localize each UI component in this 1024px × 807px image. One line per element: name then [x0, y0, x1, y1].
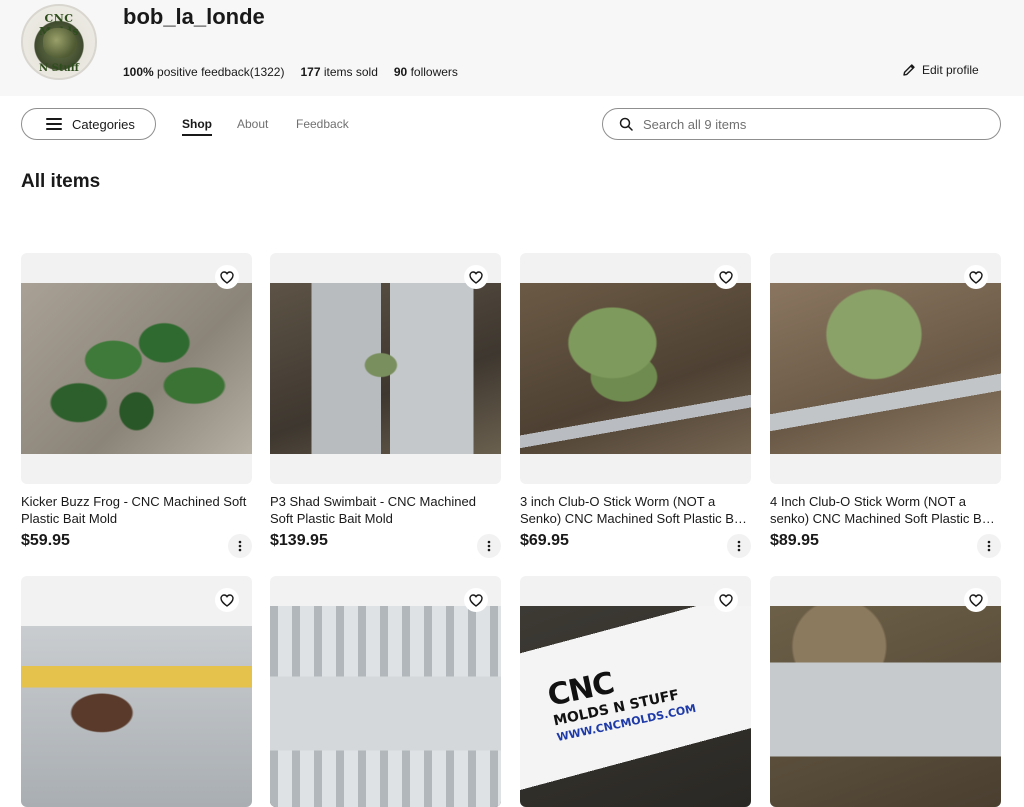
- item-image-frame[interactable]: CNC MOLDS N STUFF WWW.CNCMOLDS.COM: [520, 576, 751, 807]
- search-input[interactable]: [643, 116, 963, 132]
- seller-header: CNC Molds N Stuff bob_la_londe 100% posi…: [0, 0, 1024, 96]
- watch-heart-button[interactable]: [464, 265, 488, 289]
- item-price-row: $69.95: [520, 532, 751, 558]
- item-title[interactable]: Kicker Buzz Frog - CNC Machined Soft Pla…: [21, 493, 252, 527]
- watch-heart-button[interactable]: [964, 265, 988, 289]
- item-image-frame[interactable]: [770, 253, 1001, 484]
- item-photo-worm-3in: [520, 283, 751, 454]
- item-photo-hook-mold: [770, 606, 1001, 807]
- followers-label: followers: [410, 65, 458, 79]
- item-image-frame[interactable]: [770, 576, 1001, 807]
- item-card[interactable]: CNC MOLDS N STUFF WWW.CNCMOLDS.COM: [520, 576, 751, 807]
- feedback-count: (1322): [249, 65, 285, 79]
- more-vertical-icon: [487, 540, 491, 552]
- feedback-percent: 100%: [123, 65, 154, 79]
- more-vertical-icon: [987, 540, 991, 552]
- item-photo-jig-mold: [270, 606, 501, 807]
- avatar-text-bottom: N Stuff: [39, 63, 79, 74]
- item-title[interactable]: 3 inch Club-O Stick Worm (NOT a Senko) C…: [520, 493, 751, 527]
- item-price-row: $59.95: [21, 532, 252, 558]
- seller-stats: 100% positive feedback(1322) 177 items s…: [123, 65, 458, 79]
- item-price: $139.95: [270, 532, 328, 549]
- search-icon: [619, 117, 633, 131]
- item-card[interactable]: 3 inch Club-O Stick Worm (NOT a Senko) C…: [520, 253, 751, 558]
- item-card[interactable]: [21, 576, 252, 807]
- item-image-frame[interactable]: [520, 253, 751, 484]
- edit-profile-button[interactable]: Edit profile: [902, 63, 979, 77]
- item-image-frame[interactable]: [270, 576, 501, 807]
- item-more-button[interactable]: [977, 534, 1001, 558]
- item-image-frame[interactable]: [21, 576, 252, 807]
- edit-profile-label: Edit profile: [922, 63, 979, 77]
- item-photo-shad: [270, 283, 501, 454]
- items-sold-label: items sold: [323, 65, 378, 79]
- categories-label: Categories: [72, 116, 135, 132]
- item-card[interactable]: [270, 576, 501, 807]
- item-price: $69.95: [520, 532, 569, 549]
- heart-icon: [719, 593, 733, 607]
- heart-icon: [719, 270, 733, 284]
- watch-heart-button[interactable]: [215, 588, 239, 612]
- avatar-fish-image: [43, 28, 77, 58]
- tab-about[interactable]: About: [237, 117, 268, 131]
- item-photo-frog: [21, 283, 252, 454]
- item-image-frame[interactable]: [21, 253, 252, 484]
- menu-icon: [46, 118, 62, 130]
- item-image-frame[interactable]: [270, 253, 501, 484]
- item-price-row: $89.95: [770, 532, 1001, 558]
- tab-feedback[interactable]: Feedback: [296, 117, 349, 131]
- item-card[interactable]: Kicker Buzz Frog - CNC Machined Soft Pla…: [21, 253, 252, 558]
- watch-heart-button[interactable]: [964, 588, 988, 612]
- followers-stat[interactable]: 90 followers: [394, 65, 458, 79]
- item-card[interactable]: P3 Shad Swimbait - CNC Machined Soft Pla…: [270, 253, 501, 558]
- more-vertical-icon: [737, 540, 741, 552]
- watch-heart-button[interactable]: [714, 588, 738, 612]
- followers-count: 90: [393, 65, 408, 79]
- section-title: All items: [21, 171, 101, 192]
- heart-icon: [220, 270, 234, 284]
- watch-heart-button[interactable]: [714, 265, 738, 289]
- feedback-stat[interactable]: 100% positive feedback(1322): [123, 65, 284, 79]
- watch-heart-button[interactable]: [464, 588, 488, 612]
- item-title[interactable]: 4 Inch Club-O Stick Worm (NOT a senko) C…: [770, 493, 1001, 527]
- heart-icon: [969, 593, 983, 607]
- item-photo-cnc-logo: CNC MOLDS N STUFF WWW.CNCMOLDS.COM: [520, 606, 751, 807]
- item-photo-ruler-mold: [21, 626, 252, 807]
- more-vertical-icon: [238, 540, 242, 552]
- heart-icon: [969, 270, 983, 284]
- items-sold-stat: 177 items sold: [300, 65, 377, 79]
- heart-icon: [220, 593, 234, 607]
- tab-shop[interactable]: Shop: [182, 117, 212, 136]
- item-price: $59.95: [21, 532, 70, 549]
- item-more-button[interactable]: [727, 534, 751, 558]
- item-title[interactable]: P3 Shad Swimbait - CNC Machined Soft Pla…: [270, 493, 501, 527]
- item-photo-worm-4in: [770, 283, 1001, 454]
- pencil-icon: [903, 64, 915, 76]
- item-price: $89.95: [770, 532, 819, 549]
- items-sold-count: 177: [300, 65, 321, 79]
- cnc-molds-logo: CNC MOLDS N STUFF WWW.CNCMOLDS.COM: [545, 650, 698, 744]
- heart-icon: [469, 270, 483, 284]
- item-card[interactable]: 4 Inch Club-O Stick Worm (NOT a senko) C…: [770, 253, 1001, 558]
- seller-name[interactable]: bob_la_londe: [123, 4, 265, 30]
- item-price-row: $139.95: [270, 532, 501, 558]
- feedback-label: positive feedback: [157, 65, 250, 79]
- heart-icon: [469, 593, 483, 607]
- item-more-button[interactable]: [477, 534, 501, 558]
- store-search[interactable]: [602, 108, 1001, 140]
- seller-avatar[interactable]: CNC Molds N Stuff: [21, 4, 97, 80]
- watch-heart-button[interactable]: [215, 265, 239, 289]
- item-card[interactable]: [770, 576, 1001, 807]
- categories-button[interactable]: Categories: [21, 108, 156, 140]
- item-more-button[interactable]: [228, 534, 252, 558]
